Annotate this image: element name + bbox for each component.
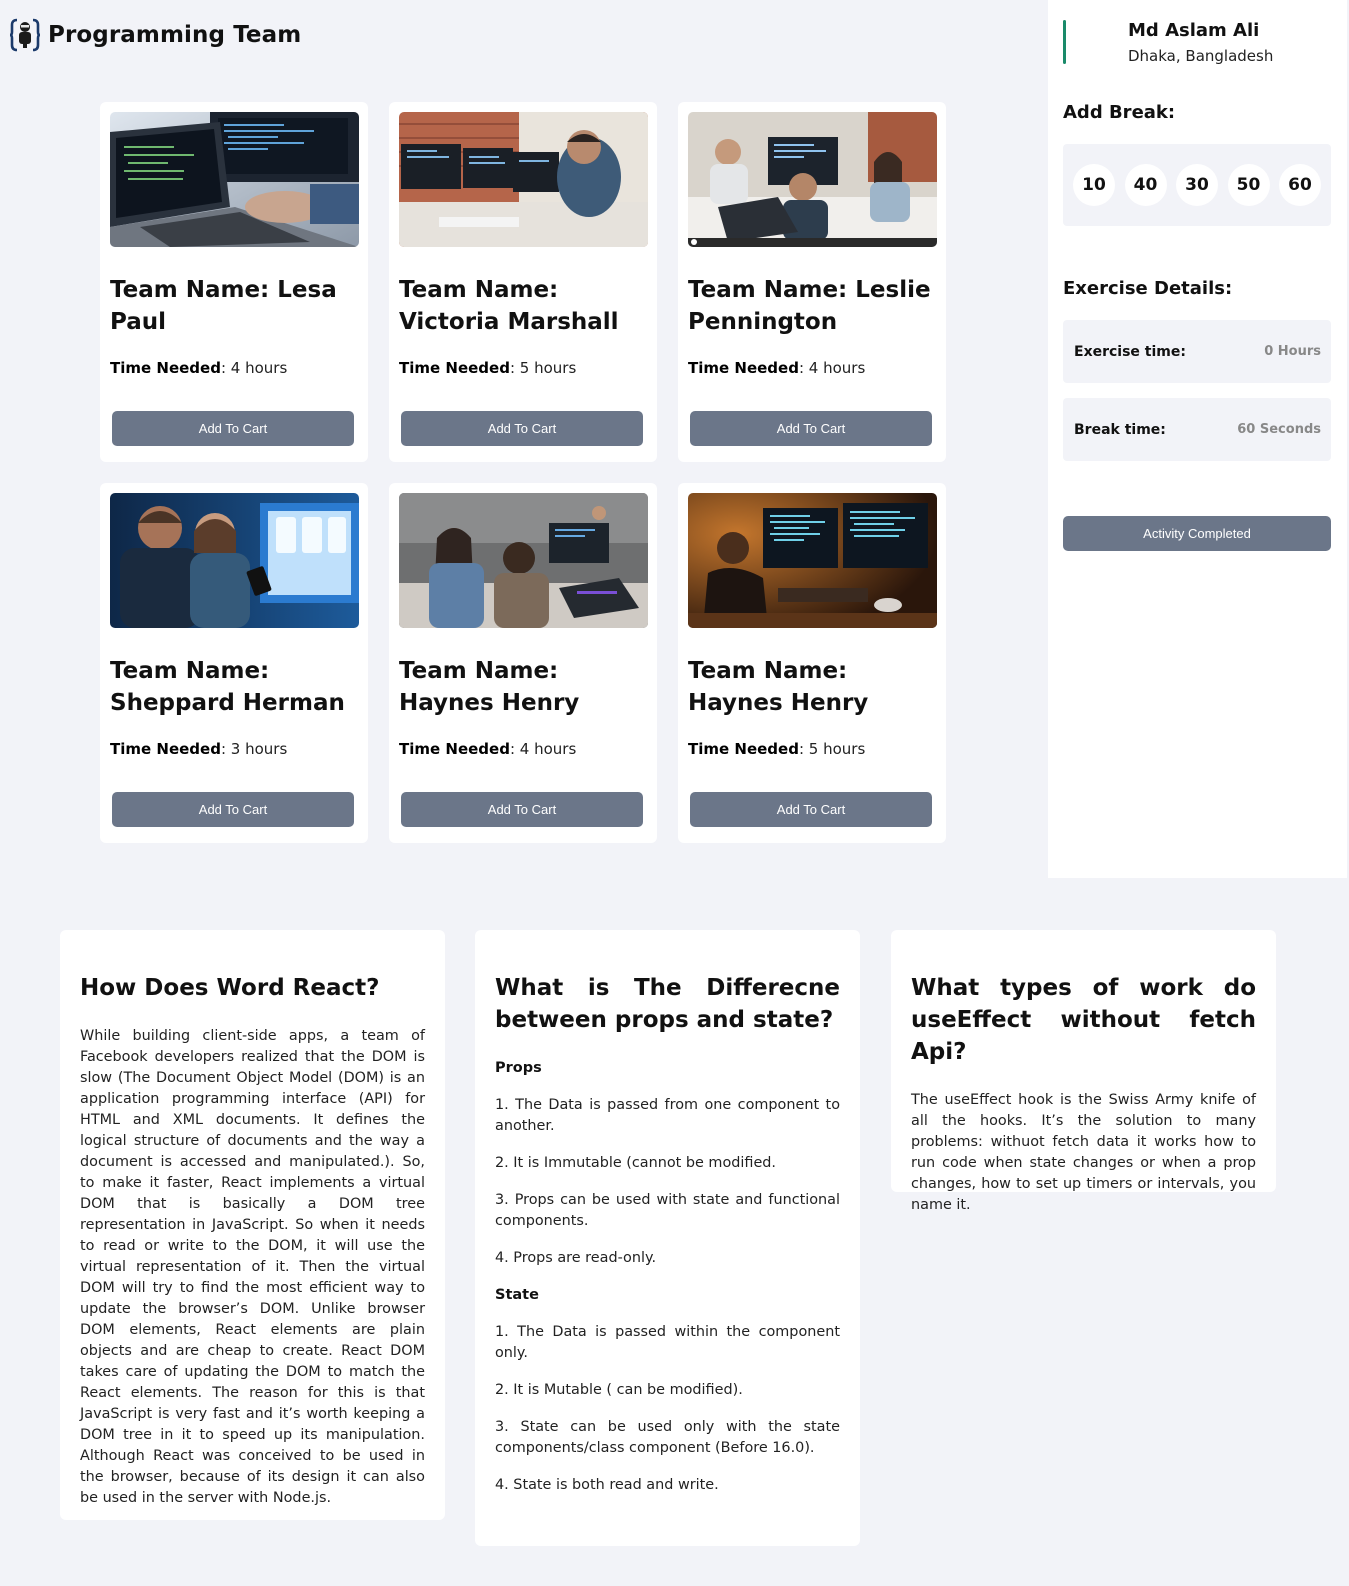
add-to-cart-button[interactable]: Add To Cart [112, 411, 354, 446]
time-needed: Time Needed: 3 hours [110, 740, 288, 758]
team-name: Team Name: Lesa Paul [110, 277, 337, 335]
break-option-button[interactable]: 10 [1073, 164, 1115, 206]
qa-card-react: How Does Word React? While building clie… [60, 930, 445, 1520]
time-needed: Time Needed: 4 hours [110, 359, 288, 377]
team-card: Team Name: Haynes Henry Time Needed: 4 h… [389, 483, 657, 843]
time-needed: Time Needed: 4 hours [688, 359, 866, 377]
team-card-grid: Team Name: Lesa Paul Time Needed: 4 hour… [100, 102, 950, 843]
list-item: 1. The Data is passed within the compone… [495, 1324, 840, 1361]
break-time-value: 60 Seconds [1237, 422, 1321, 437]
bracket-robot-logo-icon [10, 18, 40, 52]
break-options: 10 40 30 50 60 [1063, 144, 1331, 226]
team-name: Team Name: Victoria Marshall [399, 277, 619, 335]
team-card: Team Name: Victoria Marshall Time Needed… [389, 102, 657, 462]
break-option-button[interactable]: 40 [1124, 164, 1167, 206]
team-meeting-photo [688, 112, 937, 247]
list-item: 1. The Data is passed from one component… [495, 1097, 840, 1134]
break-option-button[interactable]: 50 [1227, 164, 1270, 206]
break-time-label: Break time: [1074, 421, 1166, 438]
team-card: Team Name: Lesa Paul Time Needed: 4 hour… [100, 102, 368, 462]
app-design-photo [110, 493, 359, 628]
exercise-time-label: Exercise time: [1074, 343, 1186, 360]
time-needed: Time Needed: 5 hours [399, 359, 577, 377]
exercise-time-value: 0 Hours [1264, 344, 1321, 359]
list-item: 3. Props can be used with state and func… [495, 1192, 840, 1229]
team-name: Team Name: Leslie Pennington [688, 277, 931, 335]
props-heading: Props [495, 1060, 542, 1076]
activity-sidebar: Md Aslam Ali Dhaka, Bangladesh Add Break… [1048, 0, 1347, 878]
night-coding-photo [688, 493, 937, 628]
list-item: 3. State can be used only with the state… [495, 1419, 840, 1456]
list-item: 2. It is Mutable ( can be modified). [495, 1382, 743, 1398]
developer-monitors-photo [399, 112, 648, 247]
activity-completed-button[interactable]: Activity Completed [1063, 516, 1331, 551]
profile-location: Dhaka, Bangladesh [1128, 47, 1274, 65]
break-time-row: Break time: 60 Seconds [1063, 398, 1331, 461]
state-heading: State [495, 1287, 539, 1303]
list-item: 4. Props are read-only. [495, 1250, 657, 1266]
qa-card-useeffect: What types of work do useEffect without … [891, 930, 1276, 1213]
team-name: Team Name: Haynes Henry [688, 658, 869, 716]
qa-card-props-state: What is The Differecne between props and… [475, 930, 860, 1546]
avatar [1063, 20, 1066, 64]
brand: Programming Team [10, 16, 301, 54]
time-needed: Time Needed: 5 hours [688, 740, 866, 758]
qa-body: The useEffect hook is the Swiss Army kni… [911, 1092, 1256, 1213]
qa-title: What is The Differecne between props and… [495, 975, 840, 1033]
add-to-cart-button[interactable]: Add To Cart [112, 792, 354, 827]
break-option-button[interactable]: 30 [1176, 164, 1218, 206]
qa-title: How Does Word React? [80, 975, 380, 1001]
time-needed: Time Needed: 4 hours [399, 740, 577, 758]
laptop-coding-photo [110, 112, 359, 247]
office-coworkers-photo [399, 493, 648, 628]
add-to-cart-button[interactable]: Add To Cart [401, 792, 643, 827]
team-card: Team Name: Leslie Pennington Time Needed… [678, 102, 946, 462]
exercise-time-row: Exercise time: 0 Hours [1063, 320, 1331, 383]
team-card: Team Name: Sheppard Herman Time Needed: … [100, 483, 368, 843]
break-option-button[interactable]: 60 [1279, 164, 1321, 206]
add-to-cart-button[interactable]: Add To Cart [401, 411, 643, 446]
add-to-cart-button[interactable]: Add To Cart [690, 411, 932, 446]
qa-title: What types of work do useEffect without … [911, 975, 1256, 1065]
qa-body: While building client-side apps, a team … [80, 1028, 425, 1506]
add-break-heading: Add Break: [1063, 102, 1176, 123]
list-item: 4. State is both read and write. [495, 1477, 719, 1493]
team-name: Team Name: Haynes Henry [399, 658, 580, 716]
profile-name: Md Aslam Ali [1128, 20, 1260, 41]
team-card: Team Name: Haynes Henry Time Needed: 5 h… [678, 483, 946, 843]
list-item: 2. It is Immutable (cannot be modified. [495, 1155, 777, 1171]
exercise-details-heading: Exercise Details: [1063, 278, 1233, 299]
add-to-cart-button[interactable]: Add To Cart [690, 792, 932, 827]
team-name: Team Name: Sheppard Herman [110, 658, 345, 716]
app-title: Programming Team [48, 22, 302, 48]
